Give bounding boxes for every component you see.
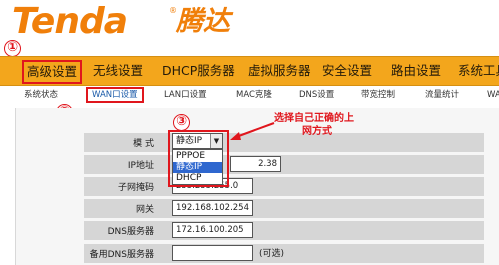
main-nav-wireless[interactable]: 无线设置 — [93, 61, 143, 81]
step-marker-1: ① — [4, 40, 21, 57]
router-admin-page: Tenda ® 腾达 ① 高级设置 无线设置 DHCP服务器 虚拟服务器 安全设… — [0, 0, 499, 265]
main-nav-system-tools[interactable]: 系统工具 — [458, 61, 499, 81]
mask-label: 子网掩码 — [117, 183, 154, 193]
sub-nav-status[interactable]: 系统状态 — [24, 89, 58, 101]
main-nav-advanced[interactable]: 高级设置 — [22, 60, 83, 84]
sub-nav-wan[interactable]: WAN口设置 — [86, 87, 144, 103]
row-dns: DNS服务器 172.16.100.205 — [84, 221, 484, 240]
tenda-logo: Tenda — [12, 1, 128, 42]
dns-input[interactable]: 172.16.100.205 — [172, 222, 253, 238]
annotation-text: 选择自己正确的上 网方式 — [274, 112, 404, 138]
sub-nav-dns[interactable]: DNS设置 — [299, 89, 334, 101]
annotation-arrow-icon — [230, 122, 275, 140]
row-dns2: 备用DNS服务器 (可选) — [84, 244, 484, 263]
step-marker-3: ③ — [173, 114, 190, 131]
main-nav: 高级设置 无线设置 DHCP服务器 虚拟服务器 安全设置 路由设置 系统工具 — [0, 56, 499, 86]
gateway-input[interactable]: 192.168.102.254 — [172, 200, 253, 216]
gateway-label: 网关 — [135, 205, 154, 215]
main-nav-routing[interactable]: 路由设置 — [391, 61, 441, 81]
row-mask: 子网掩码 255.255.255.0 — [84, 177, 484, 196]
main-nav-virtual-server[interactable]: 虚拟服务器 — [248, 61, 311, 81]
ip-label: IP地址 — [127, 161, 154, 171]
sub-nav-mac-clone[interactable]: MAC克隆 — [236, 89, 272, 101]
dns2-input[interactable] — [172, 245, 253, 261]
main-nav-dhcp[interactable]: DHCP服务器 — [162, 61, 235, 81]
dns-label: DNS服务器 — [107, 227, 154, 237]
sub-nav-lan[interactable]: LAN口设置 — [164, 89, 207, 101]
annotation-line-1: 选择自己正确的上 — [274, 113, 354, 124]
ip-input[interactable]: 2.38 — [230, 156, 281, 172]
dns2-optional-hint: (可选) — [259, 249, 285, 259]
dns2-label: 备用DNS服务器 — [89, 250, 154, 260]
annotation-line-2: 网方式 — [302, 126, 332, 137]
sub-nav-bandwidth[interactable]: 带宽控制 — [361, 89, 395, 101]
mode-label: 模 式 — [133, 139, 154, 149]
main-nav-security[interactable]: 安全设置 — [322, 61, 372, 81]
sub-nav: 系统状态 WAN口设置 LAN口设置 MAC克隆 DNS设置 带宽控制 流量统计… — [0, 86, 499, 106]
highlight-box — [168, 130, 229, 187]
row-ip: IP地址 2.38 — [84, 155, 484, 174]
row-gateway: 网关 192.168.102.254 — [84, 199, 484, 218]
sub-nav-traffic[interactable]: 流量统计 — [425, 89, 459, 101]
sub-nav-wan-more[interactable]: WAN — [487, 89, 499, 101]
tenda-logo-cn: 腾达 — [176, 6, 230, 37]
